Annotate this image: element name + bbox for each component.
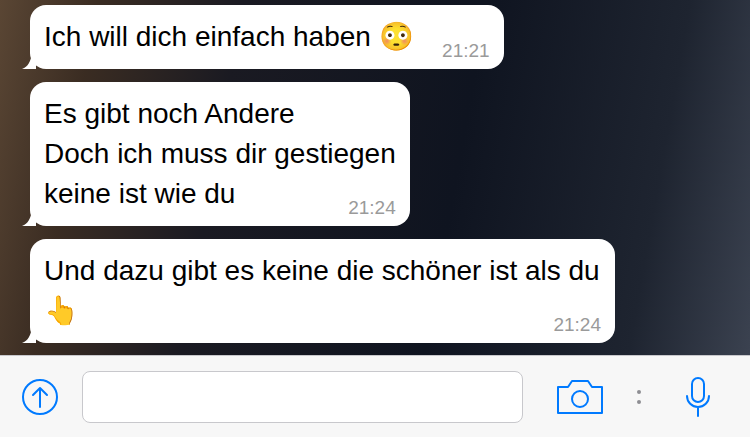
message-text: Ich will dich einfach haben 😳	[44, 21, 414, 52]
message-time: 21:24	[348, 196, 396, 220]
message-bubble: Es gibt noch Andere Doch ich muss dir ge…	[30, 82, 410, 226]
bubble-tail	[22, 327, 36, 343]
message-input[interactable]	[82, 371, 523, 423]
input-bar	[0, 355, 750, 437]
time-spacer	[235, 193, 311, 203]
bubble-tail	[22, 210, 36, 226]
microphone-icon[interactable]	[683, 375, 713, 419]
camera-icon[interactable]	[555, 377, 605, 417]
more-icon[interactable]	[635, 382, 643, 412]
message-text: Es gibt noch Andere Doch ich muss dir ge…	[44, 98, 396, 209]
message-time: 21:24	[553, 313, 601, 337]
time-spacer	[79, 310, 155, 320]
send-attachment-icon[interactable]	[20, 377, 60, 417]
bubble-tail	[22, 53, 36, 69]
chat-area: Ich will dich einfach haben 😳 21:21 Es gib…	[0, 0, 750, 355]
message-text: Und dazu gibt es keine die schöner ist a…	[44, 255, 600, 326]
message-time: 21:21	[442, 39, 490, 63]
message-bubble: Ich will dich einfach haben 😳 21:21	[30, 5, 504, 69]
message-bubble: Und dazu gibt es keine die schöner ist a…	[30, 239, 615, 343]
